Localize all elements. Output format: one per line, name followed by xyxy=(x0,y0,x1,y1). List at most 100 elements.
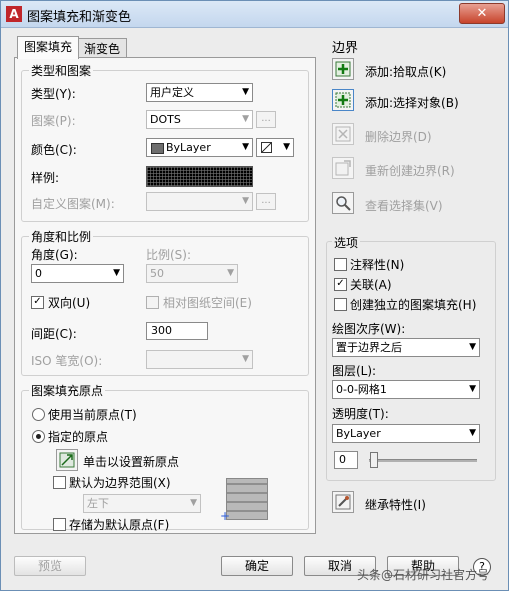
scale-select[interactable]: 50 ▼ xyxy=(146,264,238,283)
pattern-sample[interactable] xyxy=(146,166,253,187)
draw-order-select[interactable]: 置于边界之后 ▼ xyxy=(332,338,480,357)
no-fill-icon xyxy=(261,142,272,153)
remove-boundaries-button[interactable] xyxy=(332,123,354,145)
store-default-origin-checkbox[interactable] xyxy=(53,518,66,531)
add-select-objects-label: 添加:选择对象(B) xyxy=(365,96,459,110)
separate-hatches-label: 创建独立的图案填充(H) xyxy=(350,298,477,312)
watermark-text: 头条@石材研习社官方号 xyxy=(357,568,490,582)
annotative-checkbox[interactable] xyxy=(334,258,347,271)
iso-pen-width-select[interactable]: ▼ xyxy=(146,350,253,369)
close-button[interactable]: ✕ xyxy=(459,3,505,24)
color-value: ByLayer xyxy=(166,141,211,154)
chevron-down-icon: ▼ xyxy=(242,142,249,152)
double-label: 双向(U) xyxy=(48,296,91,310)
spacing-label: 间距(C): xyxy=(31,327,77,341)
transparency-value: ByLayer xyxy=(336,427,381,440)
separate-hatches-checkbox[interactable] xyxy=(334,298,347,311)
recreate-boundary-button[interactable] xyxy=(332,157,354,179)
use-current-origin-label: 使用当前原点(T) xyxy=(48,408,137,422)
origin-marker-icon: + xyxy=(220,509,231,523)
specified-origin-radio[interactable] xyxy=(32,430,45,443)
pick-point-icon xyxy=(335,61,351,77)
associative-checkbox[interactable]: ✓ xyxy=(334,278,347,291)
paintbrush-icon xyxy=(335,494,351,510)
recreate-boundary-icon xyxy=(335,160,351,176)
angle-label: 角度(G): xyxy=(31,248,78,262)
transparency-select[interactable]: ByLayer ▼ xyxy=(332,424,480,443)
chevron-down-icon: ▼ xyxy=(113,268,120,278)
annotative-label: 注释性(N) xyxy=(350,258,405,272)
remove-boundary-icon xyxy=(335,126,351,142)
layer-value: 0-0-网格1 xyxy=(336,383,387,396)
angle-scale-title: 角度和比例 xyxy=(29,228,94,245)
background-color-select[interactable]: ▼ xyxy=(256,138,294,157)
add-select-objects-button[interactable] xyxy=(332,89,354,111)
add-pick-points-button[interactable] xyxy=(332,58,354,80)
ok-button[interactable]: 确定 xyxy=(221,556,293,576)
store-default-origin-label: 存储为默认原点(F) xyxy=(69,518,170,532)
set-origin-button[interactable] xyxy=(56,449,78,471)
custom-pattern-browse-button[interactable]: ... xyxy=(256,193,276,210)
type-label: 类型(Y): xyxy=(31,87,76,101)
color-label: 颜色(C): xyxy=(31,143,77,157)
type-pattern-title: 类型和图案 xyxy=(29,62,94,79)
chevron-down-icon: ▼ xyxy=(242,87,249,97)
origin-preview-image xyxy=(226,478,268,520)
pattern-label: 图案(P): xyxy=(31,114,76,128)
spacing-input[interactable]: 300 xyxy=(146,322,208,340)
relative-paper-checkbox[interactable] xyxy=(146,296,159,309)
add-pick-points-label: 添加:拾取点(K) xyxy=(365,65,447,79)
layer-select[interactable]: 0-0-网格1 ▼ xyxy=(332,380,480,399)
tab-gradient[interactable]: 渐变色 xyxy=(77,38,128,59)
tab-hatch[interactable]: 图案填充 xyxy=(17,36,80,59)
transparency-amount-input[interactable]: 0 xyxy=(334,451,358,469)
window-title: 图案填充和渐变色 xyxy=(27,10,132,25)
hatch-origin-title: 图案填充原点 xyxy=(29,382,106,399)
custom-pattern-select[interactable]: ▼ xyxy=(146,192,253,211)
click-set-origin-label: 单击以设置新原点 xyxy=(83,455,180,469)
color-select[interactable]: ByLayer ▼ xyxy=(146,138,253,157)
inherit-properties-label: 继承特性(I) xyxy=(365,498,426,512)
chevron-down-icon: ▼ xyxy=(469,384,476,394)
transparency-slider-track[interactable] xyxy=(369,459,477,462)
boundaries-title: 边界 xyxy=(332,41,359,56)
remove-boundaries-label: 删除边界(D) xyxy=(365,130,432,144)
autocad-logo-icon: A xyxy=(6,6,22,22)
chevron-down-icon: ▼ xyxy=(190,498,197,508)
angle-select[interactable]: 0 ▼ xyxy=(31,264,124,283)
layer-label: 图层(L): xyxy=(332,364,377,378)
chevron-down-icon: ▼ xyxy=(242,196,249,206)
pattern-browse-button[interactable]: ... xyxy=(256,111,276,128)
type-select[interactable]: 用户定义 ▼ xyxy=(146,83,253,102)
chevron-down-icon: ▼ xyxy=(242,114,249,124)
transparency-slider-thumb[interactable] xyxy=(370,452,378,468)
extents-position-value: 左下 xyxy=(87,497,109,510)
chevron-down-icon: ▼ xyxy=(283,142,290,152)
default-extents-checkbox[interactable] xyxy=(53,476,66,489)
scale-value: 50 xyxy=(150,267,164,280)
relative-paper-label: 相对图纸空间(E) xyxy=(163,296,252,310)
iso-pen-width-label: ISO 笔宽(O): xyxy=(31,354,103,368)
associative-label: 关联(A) xyxy=(350,278,392,292)
view-selections-button[interactable] xyxy=(332,192,354,214)
sample-label: 样例: xyxy=(31,171,60,185)
draw-order-label: 绘图次序(W): xyxy=(332,322,406,336)
inherit-properties-button[interactable] xyxy=(332,491,354,513)
draw-order-value: 置于边界之后 xyxy=(336,341,402,354)
select-objects-icon xyxy=(335,92,351,108)
chevron-down-icon: ▼ xyxy=(242,354,249,364)
angle-value: 0 xyxy=(35,267,42,280)
extents-position-select[interactable]: 左下 ▼ xyxy=(83,494,201,513)
chevron-down-icon: ▼ xyxy=(469,342,476,352)
transparency-label: 透明度(T): xyxy=(332,407,389,421)
color-swatch-icon xyxy=(151,143,164,154)
pattern-select[interactable]: DOTS ▼ xyxy=(146,110,253,129)
scale-label: 比例(S): xyxy=(146,248,192,262)
view-selections-label: 查看选择集(V) xyxy=(365,199,443,213)
use-current-origin-radio[interactable] xyxy=(32,408,45,421)
preview-button[interactable]: 预览 xyxy=(14,556,86,576)
type-value: 用户定义 xyxy=(150,86,194,99)
double-checkbox[interactable]: ✓ xyxy=(31,296,44,309)
hatch-tab-panel: 类型和图案 类型(Y): 用户定义 ▼ 图案(P): DOTS ▼ ... 颜色… xyxy=(14,57,316,534)
crosshair-icon xyxy=(59,452,75,468)
